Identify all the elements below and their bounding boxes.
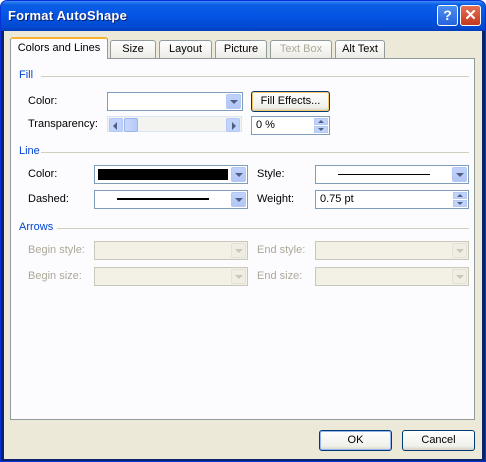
- spinner-buttons: [314, 118, 328, 133]
- line-style-label: Style:: [257, 168, 285, 180]
- slider-right-arrow-icon[interactable]: [226, 118, 240, 132]
- begin-style-label: Begin style:: [28, 244, 85, 256]
- end-size-dropdown: [315, 267, 469, 286]
- tab-panel: Fill Color: Fill Effects... Transparency…: [10, 58, 475, 420]
- chevron-down-icon: [231, 269, 246, 284]
- chevron-down-icon: [452, 269, 467, 284]
- spin-down-icon[interactable]: [314, 126, 328, 133]
- tab-label: Picture: [223, 43, 259, 55]
- line-color-dropdown[interactable]: [94, 165, 248, 184]
- fill-color-label: Color:: [28, 95, 58, 107]
- chevron-down-icon[interactable]: [226, 94, 241, 109]
- line-color-label: Color:: [28, 168, 58, 180]
- line-style-dropdown[interactable]: [315, 165, 469, 184]
- tab-label: Size: [122, 43, 144, 55]
- arrows-divider: [57, 228, 469, 229]
- cancel-label: Cancel: [421, 434, 456, 446]
- line-divider: [41, 152, 469, 153]
- close-icon: ✕: [464, 7, 477, 24]
- chevron-down-icon: [231, 243, 246, 258]
- cancel-button[interactable]: Cancel: [402, 430, 475, 451]
- format-autoshape-dialog: Format AutoShape ? ✕ Colors and Lines Si…: [0, 0, 486, 462]
- help-button[interactable]: ?: [437, 5, 458, 26]
- weight-value: 0.75 pt: [320, 193, 354, 205]
- help-icon: ?: [443, 7, 452, 23]
- tab-label: Colors and Lines: [17, 42, 101, 54]
- fill-divider: [41, 76, 469, 77]
- line-color-swatch: [98, 169, 228, 180]
- weight-label: Weight:: [257, 193, 295, 205]
- dash-style-preview: [117, 198, 209, 200]
- ok-label: OK: [347, 434, 364, 446]
- tab-label: Text Box: [279, 43, 323, 55]
- chevron-down-icon: [452, 243, 467, 258]
- chevron-down-icon[interactable]: [231, 167, 246, 182]
- transparency-value: 0 %: [256, 119, 275, 131]
- tab-picture[interactable]: Picture: [215, 40, 267, 58]
- transparency-spinner[interactable]: 0 %: [251, 116, 330, 135]
- fill-color-dropdown[interactable]: [107, 92, 243, 111]
- arrows-section-heading: Arrows: [19, 221, 54, 233]
- close-button[interactable]: ✕: [460, 5, 481, 26]
- tab-alt-text[interactable]: Alt Text: [335, 40, 385, 58]
- slider-left-arrow-icon[interactable]: [109, 118, 123, 132]
- dashed-dropdown[interactable]: [94, 190, 248, 209]
- end-style-label: End style:: [257, 244, 306, 256]
- spin-up-icon[interactable]: [453, 192, 467, 199]
- tab-label: Alt Text: [342, 43, 378, 55]
- window-title: Format AutoShape: [8, 8, 128, 23]
- tab-text-box: Text Box: [270, 40, 332, 58]
- dialog-body: Colors and Lines Size Layout Picture Tex…: [4, 31, 482, 459]
- dashed-label: Dashed:: [28, 193, 69, 205]
- spinner-buttons: [453, 192, 467, 207]
- begin-size-label: Begin size:: [28, 270, 82, 282]
- begin-style-dropdown: [94, 241, 248, 260]
- line-style-preview: [338, 174, 430, 175]
- fill-section-heading: Fill: [19, 69, 34, 81]
- tab-colors-and-lines[interactable]: Colors and Lines: [10, 37, 108, 59]
- begin-size-dropdown: [94, 267, 248, 286]
- slider-thumb[interactable]: [124, 118, 138, 132]
- fill-effects-label: Fill Effects...: [260, 95, 321, 107]
- weight-spinner[interactable]: 0.75 pt: [315, 190, 469, 209]
- transparency-label: Transparency:: [28, 118, 98, 130]
- spin-down-icon[interactable]: [453, 200, 467, 207]
- fill-effects-button[interactable]: Fill Effects...: [251, 91, 330, 112]
- end-size-label: End size:: [257, 270, 303, 282]
- line-section-heading: Line: [19, 145, 40, 157]
- ok-button[interactable]: OK: [319, 430, 392, 451]
- tab-label: Layout: [168, 43, 203, 55]
- tab-size[interactable]: Size: [110, 40, 156, 58]
- chevron-down-icon[interactable]: [231, 192, 246, 207]
- spin-up-icon[interactable]: [314, 118, 328, 125]
- tab-layout[interactable]: Layout: [159, 40, 212, 58]
- end-style-dropdown: [315, 241, 469, 260]
- title-bar[interactable]: Format AutoShape ? ✕: [1, 1, 485, 31]
- transparency-slider[interactable]: [107, 116, 242, 132]
- chevron-down-icon[interactable]: [452, 167, 467, 182]
